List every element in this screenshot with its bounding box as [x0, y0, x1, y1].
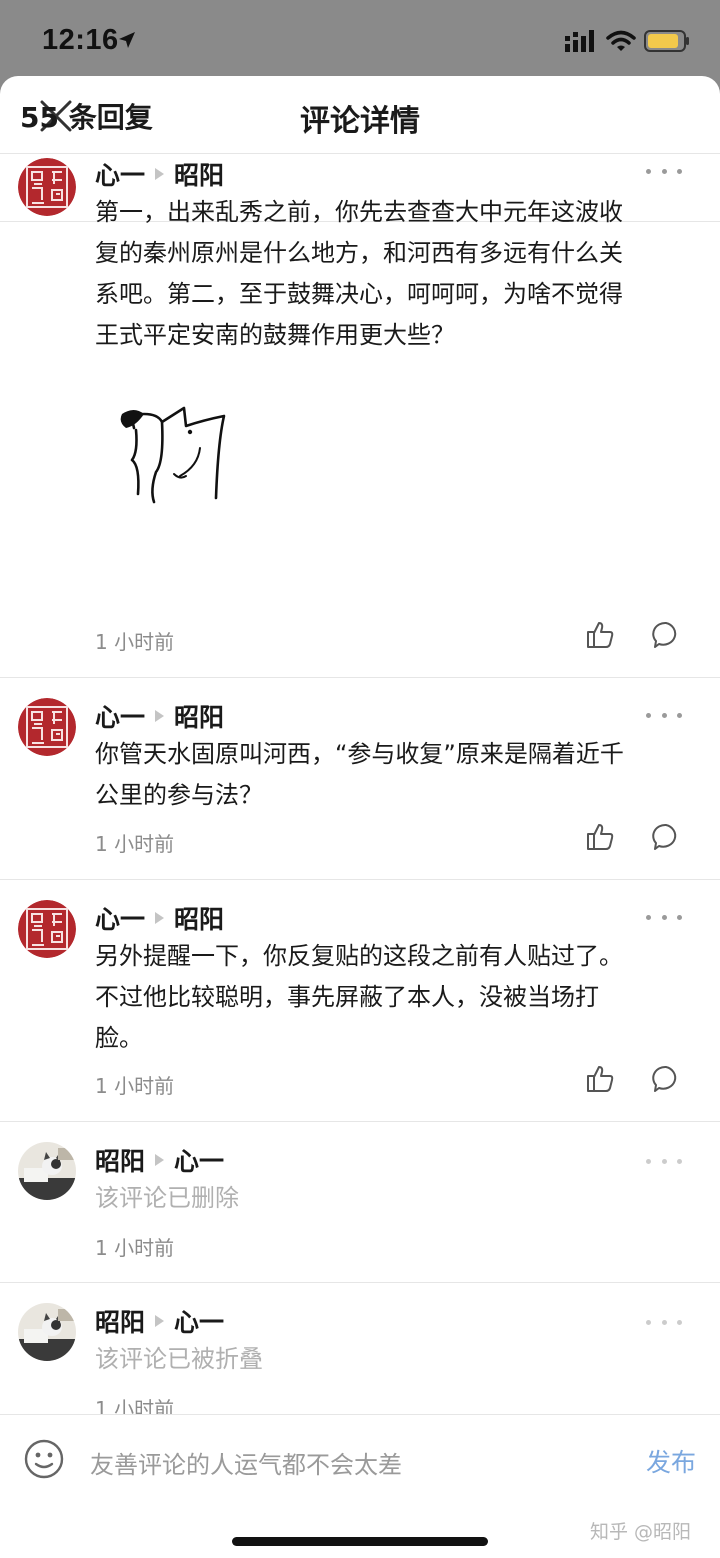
comment-line: 系吧。第二，至于鼓舞决心，呵呵呵，为啥不觉得	[95, 280, 623, 308]
more-icon-dot	[677, 914, 682, 920]
like-icon[interactable]	[585, 822, 615, 852]
comment-line: 公里的参与法？	[95, 781, 263, 809]
comment-names: 昭阳 心一	[95, 1142, 224, 1178]
author-name[interactable]: 昭阳	[95, 1303, 145, 1339]
reply-to-name[interactable]: 昭阳	[174, 698, 224, 734]
more-icon-dot	[677, 1319, 682, 1325]
comment-time: 1 小时前	[95, 630, 175, 654]
reply-to-arrow-icon	[155, 1315, 165, 1327]
reply-count: 55 条回复	[20, 101, 153, 134]
reply-to-arrow-icon	[155, 168, 165, 180]
cat-photo-avatar-icon	[18, 1142, 76, 1200]
comment-item: 心一 昭阳 你管天水固原叫河西，“参与收复”原来是隔着近千 公里的参与法？ 1 …	[0, 678, 720, 880]
comment-names: 昭阳 心一	[95, 1303, 224, 1339]
reply-to-name[interactable]: 心一	[174, 1303, 224, 1339]
author-name[interactable]: 心一	[95, 900, 145, 936]
more-icon-dot	[646, 168, 651, 174]
dog-sticker-icon[interactable]	[114, 402, 236, 514]
more-icon-dot	[677, 1158, 682, 1164]
signal-icon	[565, 30, 594, 52]
avatar-photo[interactable]	[18, 1142, 76, 1200]
comment-line: 另外提醒一下，你反复贴的这段之前有人贴过了。	[95, 942, 623, 970]
status-bar: 12:16	[0, 0, 720, 78]
emoji-icon[interactable]	[24, 1439, 64, 1479]
comment-list: 心一 昭阳 第一，出来乱秀之前，你先去查查大中元年这波收 复的秦州原州是什么地方…	[0, 146, 720, 1423]
comment-item: 心一 昭阳 第一，出来乱秀之前，你先去查查大中元年这波收 复的秦州原州是什么地方…	[0, 146, 720, 678]
comment-text: 第一，出来乱秀之前，你先去查查大中元年这波收 复的秦州原州是什么地方，和河西有多…	[95, 192, 695, 356]
more-button[interactable]	[646, 1155, 682, 1167]
seal-avatar-icon	[18, 698, 76, 756]
reply-to-arrow-icon	[155, 1154, 165, 1166]
comment-text: 另外提醒一下，你反复贴的这段之前有人贴过了。 不过他比较聪明，事先屏蔽了本人，没…	[95, 936, 695, 1059]
comment-line: 你管天水固原叫河西，“参与收复”原来是隔着近千	[95, 740, 624, 768]
home-indicator[interactable]	[232, 1537, 488, 1546]
seal-avatar-icon	[18, 900, 76, 958]
comment-line: 王式平定安南的鼓舞作用更大些？	[95, 321, 455, 349]
comment-line: 该评论已删除	[95, 1184, 239, 1212]
comment-item: 心一 昭阳 另外提醒一下，你反复贴的这段之前有人贴过了。 不过他比较聪明，事先屏…	[0, 880, 720, 1122]
reply-to-name[interactable]: 昭阳	[174, 156, 224, 192]
battery-icon	[644, 30, 689, 52]
comment-text: 你管天水固原叫河西，“参与收复”原来是隔着近千 公里的参与法？	[95, 734, 695, 816]
comment-line: 脸。	[95, 1024, 143, 1052]
comment-line: 该评论已被折叠	[95, 1345, 263, 1373]
more-icon-dot	[677, 712, 682, 718]
comment-item: 昭阳 心一 该评论已被折叠 1 小时前	[0, 1283, 720, 1423]
like-icon[interactable]	[585, 1064, 615, 1094]
more-icon-dot	[661, 1319, 667, 1325]
more-button[interactable]	[646, 1316, 682, 1328]
more-icon-dot	[646, 1319, 651, 1325]
comment-text: 该评论已被折叠	[95, 1339, 695, 1380]
more-button[interactable]	[646, 165, 682, 177]
author-name[interactable]: 心一	[95, 156, 145, 192]
reply-to-name[interactable]: 昭阳	[174, 900, 224, 936]
watermark: 知乎 @昭阳	[590, 1521, 692, 1543]
seal-avatar-icon	[18, 158, 76, 216]
comment-input[interactable]: 友善评论的人运气都不会太差	[90, 1445, 402, 1480]
comment-line: 复的秦州原州是什么地方，和河西有多远有什么关	[95, 239, 623, 267]
more-icon-dot	[661, 168, 667, 174]
comment-names: 心一 昭阳	[95, 900, 224, 936]
more-icon-dot	[661, 712, 667, 718]
avatar-seal[interactable]	[18, 698, 76, 756]
avatar-seal[interactable]	[18, 158, 76, 216]
more-button[interactable]	[646, 709, 682, 721]
reply-icon[interactable]	[651, 620, 681, 650]
more-icon-dot	[677, 168, 682, 174]
author-name[interactable]: 昭阳	[95, 1142, 145, 1178]
comment-text: 该评论已删除	[95, 1178, 695, 1219]
comment-time: 1 小时前	[95, 1236, 175, 1260]
comment-item: 昭阳 心一 该评论已删除 1 小时前	[0, 1122, 720, 1283]
more-icon-dot	[646, 712, 651, 718]
more-icon-dot	[661, 914, 667, 920]
reply-icon[interactable]	[651, 822, 681, 852]
cat-photo-avatar-icon	[18, 1303, 76, 1361]
publish-button[interactable]: 发布	[646, 1443, 696, 1479]
comment-line: 第一，出来乱秀之前，你先去查查大中元年这波收	[95, 198, 623, 226]
reply-icon[interactable]	[651, 1064, 681, 1094]
comment-names: 心一 昭阳	[95, 698, 224, 734]
comment-names: 心一 昭阳	[95, 156, 224, 192]
author-name[interactable]: 心一	[95, 698, 145, 734]
more-button[interactable]	[646, 911, 682, 923]
comment-time: 1 小时前	[95, 1074, 175, 1098]
avatar-seal[interactable]	[18, 900, 76, 958]
reply-to-arrow-icon	[155, 710, 165, 722]
comment-time: 1 小时前	[95, 832, 175, 856]
reply-to-arrow-icon	[155, 912, 165, 924]
location-arrow-icon	[119, 32, 135, 48]
like-icon[interactable]	[585, 620, 615, 650]
wifi-icon	[606, 30, 636, 51]
comment-line: 不过他比较聪明，事先屏蔽了本人，没被当场打	[95, 983, 599, 1011]
status-time: 12:16	[42, 24, 119, 56]
more-icon-dot	[646, 914, 651, 920]
reply-to-name[interactable]: 心一	[174, 1142, 224, 1178]
avatar-photo[interactable]	[18, 1303, 76, 1361]
more-icon-dot	[646, 1158, 651, 1164]
more-icon-dot	[661, 1158, 667, 1164]
comment-input-bar: 友善评论的人运气都不会太差 发布 知乎 @昭阳	[0, 1414, 720, 1558]
